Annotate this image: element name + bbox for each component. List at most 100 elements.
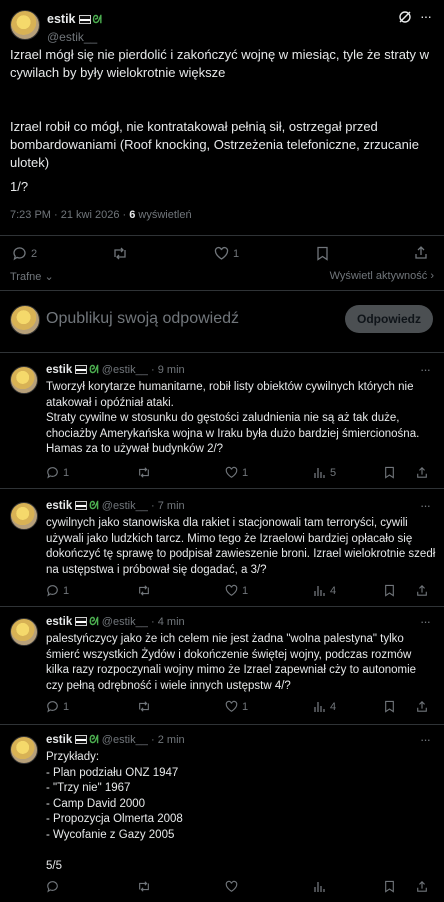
like-action[interactable]: 1 xyxy=(225,700,248,713)
reply-text: cywilnych jako stanowiska dla rakiet i s… xyxy=(46,517,436,576)
repost-icon xyxy=(114,247,126,260)
reply-icon xyxy=(47,701,58,713)
view-activity-link[interactable]: Wyświetl aktywność › xyxy=(330,270,434,282)
views-icon xyxy=(314,702,325,712)
reply-input[interactable]: Opublikuj swoją odpowiedź xyxy=(46,310,239,328)
more-icon[interactable]: ··· xyxy=(420,498,431,513)
snake-icon: ᘛ xyxy=(89,734,99,746)
share-action[interactable] xyxy=(414,245,428,260)
like-action[interactable]: 1 xyxy=(225,584,248,597)
views-icon xyxy=(314,586,325,596)
reply-action[interactable]: 1 xyxy=(46,466,69,479)
reply-icon xyxy=(47,467,58,479)
chevron-right-icon: › xyxy=(427,270,434,282)
activity-label: Wyświetl aktywność xyxy=(329,270,428,282)
reply-action[interactable]: 1 xyxy=(46,584,69,597)
post-paragraph-3: 1/? xyxy=(10,179,29,194)
like-count: 1 xyxy=(242,466,249,479)
author-handle[interactable]: @estik__ xyxy=(102,616,148,628)
author-handle[interactable]: @estik__ xyxy=(102,734,148,746)
reply-count: 2 xyxy=(31,247,38,260)
reply-header: estik ᘛ @estik__ · 9 min xyxy=(46,364,185,377)
flag-icon xyxy=(75,617,88,626)
bookmark-action[interactable] xyxy=(384,466,395,479)
reply-action[interactable] xyxy=(46,880,63,893)
more-icon[interactable]: ··· xyxy=(420,8,432,24)
author-name[interactable]: estik xyxy=(46,500,72,512)
share-icon xyxy=(417,880,427,892)
heart-icon xyxy=(225,466,238,478)
more-icon[interactable]: ··· xyxy=(420,732,431,747)
snake-icon: ᘛ xyxy=(89,364,99,376)
author-name[interactable]: estik xyxy=(46,616,72,628)
share-action[interactable] xyxy=(416,584,428,597)
author-name[interactable]: estik xyxy=(46,734,72,746)
heart-icon xyxy=(225,584,238,596)
author-name[interactable]: estik xyxy=(47,12,76,26)
snake-icon: ᘛ xyxy=(89,500,99,512)
avatar[interactable] xyxy=(10,366,38,394)
reply-icon xyxy=(13,247,26,261)
more-icon[interactable]: ··· xyxy=(420,362,431,377)
repost-action[interactable] xyxy=(137,584,151,597)
reply-action[interactable]: 1 xyxy=(46,700,69,713)
reply-text: palestyńczycy jako że ich celem nie jest… xyxy=(46,633,417,692)
share-action[interactable] xyxy=(416,700,428,713)
reply-time[interactable]: · 2 min xyxy=(151,734,185,746)
reply-button[interactable]: Odpowiedz xyxy=(345,305,433,333)
bookmark-icon xyxy=(385,700,394,713)
repost-action[interactable] xyxy=(137,466,151,479)
like-action[interactable]: 1 xyxy=(225,466,248,479)
like-action[interactable] xyxy=(225,880,242,893)
avatar[interactable] xyxy=(10,502,38,530)
views-label: wyświetleń xyxy=(135,209,192,221)
grok-icon[interactable] xyxy=(398,10,412,24)
divider xyxy=(0,290,444,291)
author-handle[interactable]: @estik__ xyxy=(47,30,102,44)
avatar[interactable] xyxy=(10,618,38,646)
reply-post[interactable]: estik ᘛ @estik__ · 2 min ··· Przykłady: -… xyxy=(0,724,444,902)
reply-time[interactable]: · 7 min xyxy=(151,500,185,512)
share-icon xyxy=(417,584,427,596)
reply-header: estik ᘛ @estik__ · 2 min xyxy=(46,734,185,747)
sort-dropdown[interactable]: Trafne ⌄ xyxy=(10,270,54,283)
views-action[interactable]: 5 xyxy=(313,466,336,479)
flag-icon xyxy=(75,735,88,744)
share-action[interactable] xyxy=(416,466,428,479)
bookmark-action[interactable] xyxy=(384,700,395,713)
repost-action[interactable] xyxy=(112,246,128,261)
author-handle[interactable]: @estik__ xyxy=(102,364,148,376)
author-handle[interactable]: @estik__ xyxy=(102,500,148,512)
share-action[interactable] xyxy=(416,880,428,893)
reply-post[interactable]: estik ᘛ @estik__ · 7 min ··· cywilnych ja… xyxy=(0,488,444,606)
views-count: 4 xyxy=(330,584,337,597)
flag-icon xyxy=(75,501,88,510)
bookmark-action[interactable] xyxy=(384,880,395,893)
post-time[interactable]: 7:23 PM · 21 kwi 2026 · xyxy=(10,209,129,221)
bookmark-action[interactable] xyxy=(384,584,395,597)
repost-action[interactable] xyxy=(137,880,151,893)
repost-action[interactable] xyxy=(137,700,151,713)
views-action[interactable] xyxy=(313,880,330,893)
reply-count: 1 xyxy=(63,700,70,713)
bookmark-action[interactable] xyxy=(316,246,329,261)
author-name[interactable]: estik xyxy=(46,364,72,376)
views-action[interactable]: 4 xyxy=(313,700,336,713)
like-action[interactable]: 1 xyxy=(214,246,239,261)
repost-icon xyxy=(139,585,149,596)
avatar[interactable] xyxy=(10,10,40,40)
avatar[interactable] xyxy=(10,736,38,764)
snake-icon: ᘛ xyxy=(89,616,99,628)
reply-post[interactable]: estik ᘛ @estik__ · 9 min ··· Tworzył kory… xyxy=(0,352,444,488)
like-count: 1 xyxy=(233,247,240,260)
views-action[interactable]: 4 xyxy=(313,584,336,597)
bookmark-icon xyxy=(385,466,394,479)
repost-icon xyxy=(139,881,149,892)
reply-time[interactable]: · 9 min xyxy=(151,364,185,376)
reply-time[interactable]: · 4 min xyxy=(151,616,185,628)
divider xyxy=(0,235,444,236)
reply-action[interactable]: 2 xyxy=(12,246,37,261)
reply-icon xyxy=(47,881,58,893)
more-icon[interactable]: ··· xyxy=(420,614,431,629)
reply-post[interactable]: estik ᘛ @estik__ · 4 min ··· palestyńczyc… xyxy=(0,606,444,724)
